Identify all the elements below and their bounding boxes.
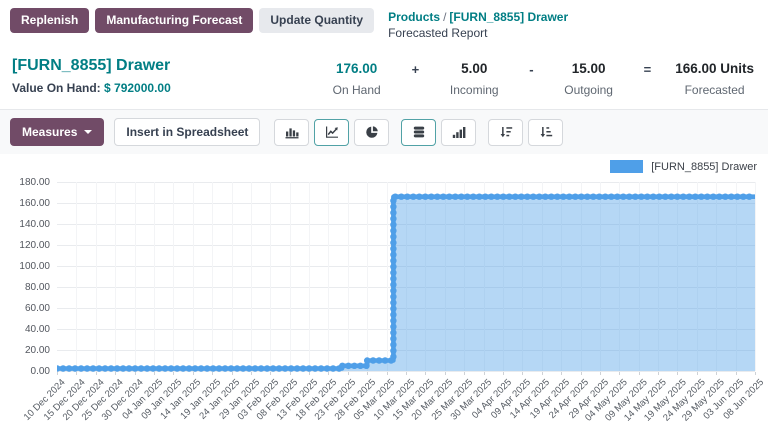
x-axis-tick xyxy=(755,372,756,375)
sort-ascending-icon xyxy=(539,125,553,139)
manufacturing-forecast-button[interactable]: Manufacturing Forecast xyxy=(95,8,253,33)
forecasted-value: 166.00 Units xyxy=(675,60,754,78)
y-axis-tick-label: 20.00 xyxy=(0,345,50,356)
x-gridline xyxy=(755,182,756,371)
breadcrumb-products-link[interactable]: Products xyxy=(388,10,440,24)
breadcrumb-current-link[interactable]: [FURN_8855] Drawer xyxy=(449,10,568,24)
icon-button-group xyxy=(401,119,476,146)
line-chart-icon xyxy=(325,125,339,139)
sort-ascending-icon-button[interactable] xyxy=(528,119,563,146)
measures-button[interactable]: Measures xyxy=(10,118,104,146)
value-on-hand-amount: $ 792000.00 xyxy=(104,81,171,95)
incoming-value: 5.00 xyxy=(461,60,487,78)
page-title: [FURN_8855] Drawer xyxy=(12,57,171,75)
chart-view-controls xyxy=(274,119,563,146)
sort-descending-icon xyxy=(499,125,513,139)
bar-chart-icon-button[interactable] xyxy=(274,119,309,146)
product-summary: [FURN_8855] Drawer Value On Hand: $ 7920… xyxy=(12,57,171,95)
forecasted-label: Forecasted xyxy=(685,83,745,97)
icon-button-group xyxy=(488,119,563,146)
value-on-hand: Value On Hand: $ 792000.00 xyxy=(12,81,171,95)
y-axis-tick-label: 0.00 xyxy=(0,366,50,377)
stacked-icon-button[interactable] xyxy=(401,119,436,146)
cumulative-icon-button[interactable] xyxy=(441,119,476,146)
legend-label: [FURN_8855] Drawer xyxy=(651,161,757,173)
y-axis-tick-label: 100.00 xyxy=(0,261,50,272)
y-axis-tick-label: 60.00 xyxy=(0,303,50,314)
on-hand-label: On Hand xyxy=(333,83,381,97)
icon-button-group xyxy=(274,119,389,146)
stacked-icon xyxy=(412,125,426,139)
breadcrumb-subtitle: Forecasted Report xyxy=(388,25,568,41)
value-on-hand-label: Value On Hand: xyxy=(12,81,101,95)
y-axis-tick-label: 180.00 xyxy=(0,177,50,188)
legend-swatch xyxy=(610,160,643,173)
stat-forecasted: 166.00 Units Forecasted xyxy=(675,60,754,97)
equals-operator: = xyxy=(644,60,652,79)
incoming-label: Incoming xyxy=(450,83,499,97)
y-axis-tick-label: 160.00 xyxy=(0,198,50,209)
insert-in-spreadsheet-button[interactable]: Insert in Spreadsheet xyxy=(114,118,260,146)
plus-operator: + xyxy=(412,60,420,79)
chevron-down-icon xyxy=(84,130,92,134)
stock-stats: 176.00 On Hand + 5.00 Incoming - 15.00 O… xyxy=(326,57,754,97)
pie-chart-icon-button[interactable] xyxy=(354,119,389,146)
stat-outgoing: 15.00 Outgoing xyxy=(558,60,620,97)
forecast-series[interactable] xyxy=(57,182,755,374)
outgoing-label: Outgoing xyxy=(564,83,613,97)
breadcrumb: Products/[FURN_8855] Drawer Forecasted R… xyxy=(388,8,568,41)
stat-on-hand: 176.00 On Hand xyxy=(326,60,388,97)
replenish-button[interactable]: Replenish xyxy=(10,8,89,33)
cumulative-icon xyxy=(452,125,466,139)
forecast-chart: [FURN_8855] Drawer 180.00 160.00 140.00 120… xyxy=(0,154,768,436)
stat-incoming: 5.00 Incoming xyxy=(443,60,505,97)
minus-operator: - xyxy=(529,60,533,79)
update-quantity-button[interactable]: Update Quantity xyxy=(259,8,374,33)
top-action-bar: Replenish Manufacturing Forecast Update … xyxy=(0,0,768,47)
y-axis-tick-label: 40.00 xyxy=(0,324,50,335)
pie-chart-icon xyxy=(365,125,379,139)
chart-legend[interactable]: [FURN_8855] Drawer xyxy=(610,160,757,173)
measures-label: Measures xyxy=(22,125,77,139)
y-axis-tick-label: 120.00 xyxy=(0,240,50,251)
y-axis-tick-label: 140.00 xyxy=(0,219,50,230)
y-axis-tick-label: 80.00 xyxy=(0,282,50,293)
bar-chart-icon xyxy=(285,125,299,139)
on-hand-value: 176.00 xyxy=(336,60,377,78)
sort-descending-icon-button[interactable] xyxy=(488,119,523,146)
line-chart-icon-button[interactable] xyxy=(314,119,349,146)
outgoing-value: 15.00 xyxy=(572,60,606,78)
graph-toolbar: Measures Insert in Spreadsheet xyxy=(0,110,768,154)
forecast-summary: [FURN_8855] Drawer Value On Hand: $ 7920… xyxy=(0,47,768,110)
